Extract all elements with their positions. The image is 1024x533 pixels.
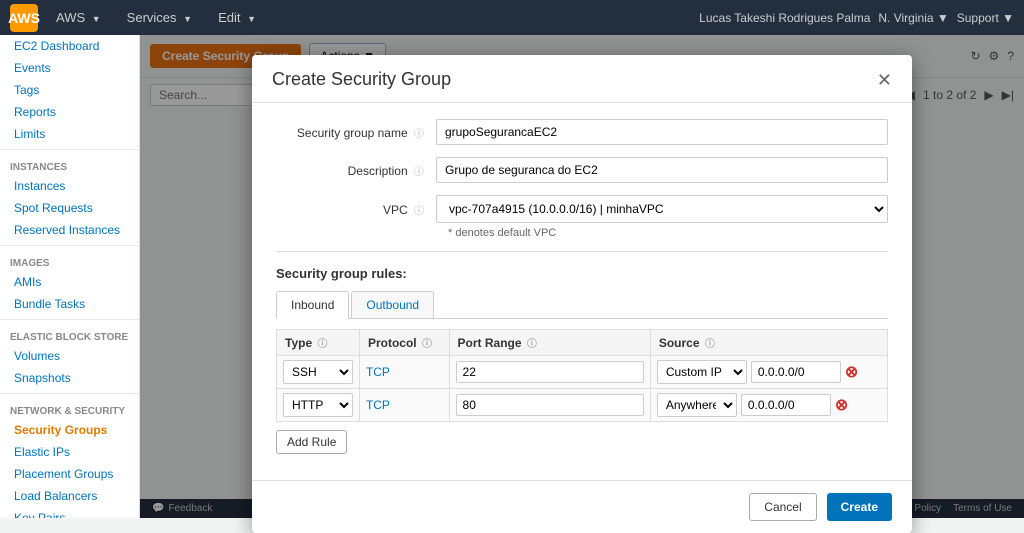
remove-rule-1-button[interactable]: ⊗: [845, 362, 858, 382]
rules-table-header-row: Type ⓘ Protocol ⓘ Port Range ⓘ Source ⓘ: [277, 330, 888, 356]
form-row-description: Description ⓘ: [276, 157, 888, 183]
modal-header: Create Security Group ✕: [252, 55, 912, 103]
sidebar: EC2 Dashboard Events Tags Reports Limits…: [0, 35, 140, 518]
security-group-name-input[interactable]: [436, 119, 888, 145]
sidebar-section-ebs: ELASTIC BLOCK STORE: [0, 324, 139, 345]
rule-type-cell: SSH: [277, 356, 360, 389]
source-cell-1: Custom IP ⊗: [657, 360, 881, 384]
nav-right: Lucas Takeshi Rodrigues Palma N. Virgini…: [699, 11, 1014, 25]
sidebar-item-key-pairs[interactable]: Key Pairs: [0, 507, 139, 518]
create-button[interactable]: Create: [827, 493, 892, 521]
add-rule-button[interactable]: Add Rule: [276, 430, 347, 454]
tab-inbound[interactable]: Inbound: [276, 291, 349, 319]
main-layout: EC2 Dashboard Events Tags Reports Limits…: [0, 35, 1024, 518]
rule-port-input-1[interactable]: [456, 361, 644, 383]
vpc-info-icon[interactable]: ⓘ: [414, 206, 424, 217]
portrange-info-icon[interactable]: ⓘ: [527, 339, 537, 350]
sidebar-item-reports[interactable]: Reports: [0, 101, 139, 123]
vpc-label: VPC ⓘ: [276, 202, 436, 217]
protocol-info-icon[interactable]: ⓘ: [422, 339, 432, 350]
rule-source-cell: Custom IP ⊗: [650, 356, 887, 389]
aws-logo: AWS: [10, 4, 38, 32]
modal-footer: Cancel Create: [252, 480, 912, 533]
col-port-range: Port Range ⓘ: [449, 330, 650, 356]
rule-source-cell: Anywhere ⊗: [650, 389, 887, 422]
sidebar-item-limits[interactable]: Limits: [0, 123, 139, 145]
nav-support[interactable]: Support ▼: [957, 11, 1014, 25]
rule-source-type-2[interactable]: Anywhere: [657, 393, 737, 417]
table-row: SSH TCP: [277, 356, 888, 389]
sidebar-item-placement-groups[interactable]: Placement Groups: [0, 463, 139, 485]
content-area: Create Security Group Actions ▼ ↻ ⚙ ? |◀…: [140, 35, 1024, 518]
sidebar-item-events[interactable]: Events: [0, 57, 139, 79]
sidebar-item-security-groups[interactable]: Security Groups: [0, 419, 139, 441]
name-info-icon[interactable]: ⓘ: [414, 129, 424, 140]
modal-close-button[interactable]: ✕: [877, 71, 892, 89]
rule-protocol-cell: TCP: [359, 389, 449, 422]
rule-protocol-1: TCP: [366, 365, 390, 379]
rules-tabs: Inbound Outbound: [276, 291, 888, 319]
nav-services[interactable]: Services ▼: [119, 6, 200, 29]
vpc-note: * denotes default VPC: [448, 227, 888, 239]
col-source: Source ⓘ: [650, 330, 887, 356]
sidebar-item-tags[interactable]: Tags: [0, 79, 139, 101]
sidebar-item-volumes[interactable]: Volumes: [0, 345, 139, 367]
modal-body: Security group name ⓘ Description ⓘ: [252, 103, 912, 470]
source-cell-2: Anywhere ⊗: [657, 393, 881, 417]
type-info-icon[interactable]: ⓘ: [317, 339, 327, 350]
table-row: HTTP TCP: [277, 389, 888, 422]
rule-protocol-2: TCP: [366, 398, 390, 412]
rule-source-type-1[interactable]: Custom IP: [657, 360, 747, 384]
source-info-icon[interactable]: ⓘ: [705, 339, 715, 350]
rule-protocol-cell: TCP: [359, 356, 449, 389]
sidebar-section-images: IMAGES: [0, 250, 139, 271]
remove-rule-2-button[interactable]: ⊗: [835, 395, 848, 415]
rules-table: Type ⓘ Protocol ⓘ Port Range ⓘ Source ⓘ: [276, 329, 888, 422]
form-row-name: Security group name ⓘ: [276, 119, 888, 145]
rule-source-value-2[interactable]: [741, 394, 831, 416]
nav-aws[interactable]: AWS ▼: [48, 6, 109, 29]
top-navigation: AWS AWS ▼ Services ▼ Edit ▼ Lucas Takesh…: [0, 0, 1024, 35]
sidebar-item-bundle-tasks[interactable]: Bundle Tasks: [0, 293, 139, 315]
modal-overlay: Create Security Group ✕ Security group n…: [140, 35, 1024, 518]
cancel-button[interactable]: Cancel: [749, 493, 816, 521]
nav-region[interactable]: N. Virginia ▼: [878, 11, 948, 25]
vpc-select[interactable]: vpc-707a4915 (10.0.0.0/16) | minhaVPC: [436, 195, 888, 223]
description-info-icon[interactable]: ⓘ: [414, 167, 424, 178]
nav-user[interactable]: Lucas Takeshi Rodrigues Palma: [699, 11, 870, 25]
tab-outbound[interactable]: Outbound: [351, 291, 434, 318]
sidebar-item-instances[interactable]: Instances: [0, 175, 139, 197]
description-label: Description ⓘ: [276, 163, 436, 178]
sidebar-section-network: NETWORK & SECURITY: [0, 398, 139, 419]
form-row-vpc: VPC ⓘ vpc-707a4915 (10.0.0.0/16) | minha…: [276, 195, 888, 223]
rule-type-select-2[interactable]: HTTP: [283, 393, 353, 417]
rule-port-cell: [449, 389, 650, 422]
col-type: Type ⓘ: [277, 330, 360, 356]
rule-source-value-1[interactable]: [751, 361, 841, 383]
name-label: Security group name ⓘ: [276, 125, 436, 140]
modal-title: Create Security Group: [272, 69, 451, 90]
sidebar-item-reserved-instances[interactable]: Reserved Instances: [0, 219, 139, 241]
sidebar-item-snapshots[interactable]: Snapshots: [0, 367, 139, 389]
col-protocol: Protocol ⓘ: [359, 330, 449, 356]
description-input[interactable]: [436, 157, 888, 183]
rules-title: Security group rules:: [276, 266, 888, 281]
nav-edit[interactable]: Edit ▼: [210, 6, 264, 29]
sidebar-section-instances: INSTANCES: [0, 154, 139, 175]
modal-create-security-group: Create Security Group ✕ Security group n…: [252, 55, 912, 533]
rule-type-select-1[interactable]: SSH: [283, 360, 353, 384]
sidebar-item-amis[interactable]: AMIs: [0, 271, 139, 293]
rule-port-input-2[interactable]: [456, 394, 644, 416]
rule-type-cell: HTTP: [277, 389, 360, 422]
sidebar-item-load-balancers[interactable]: Load Balancers: [0, 485, 139, 507]
sidebar-item-elastic-ips[interactable]: Elastic IPs: [0, 441, 139, 463]
rule-port-cell: [449, 356, 650, 389]
sidebar-item-spot-requests[interactable]: Spot Requests: [0, 197, 139, 219]
sidebar-item-ec2dashboard[interactable]: EC2 Dashboard: [0, 35, 139, 57]
rules-section: Security group rules: Inbound Outbound T…: [276, 251, 888, 454]
